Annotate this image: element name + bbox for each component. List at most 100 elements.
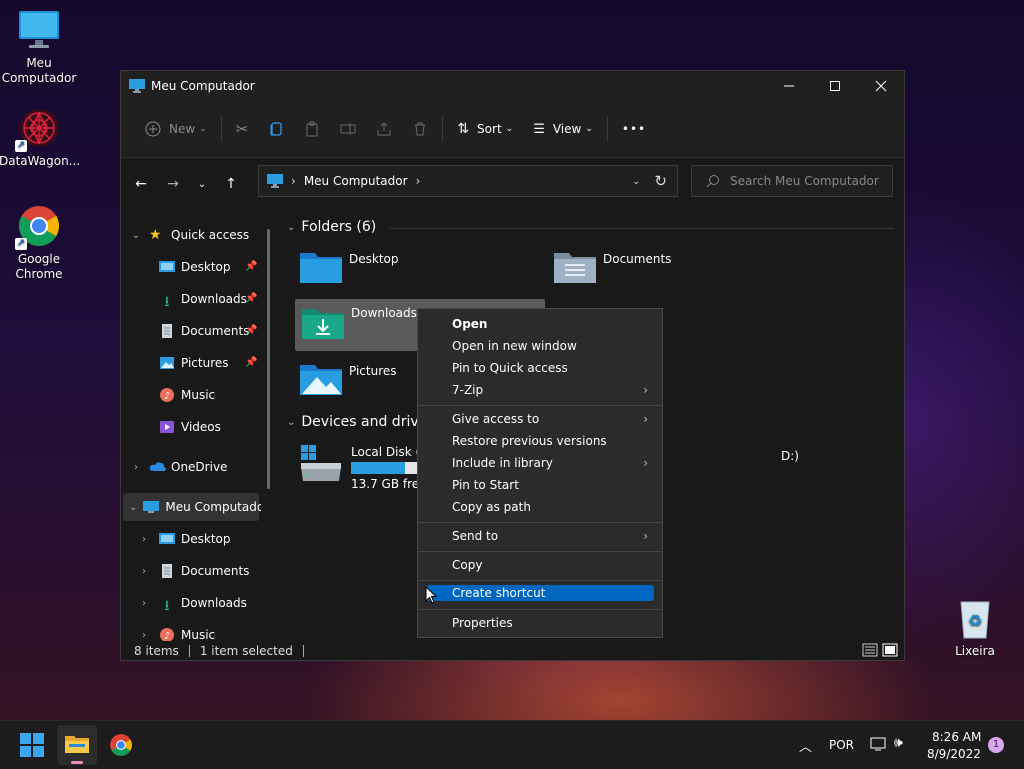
arrow-right-icon: →	[167, 176, 179, 192]
search-box[interactable]: Search Meu Computador	[691, 165, 893, 197]
folder-label: Desktop	[349, 252, 399, 266]
cut-button[interactable]: ✂	[226, 111, 259, 147]
title-bar[interactable]: Meu Computador	[121, 71, 904, 101]
sidebar-item-pc-documents[interactable]: › Documents	[137, 558, 249, 584]
desktop-icon-meu-computador[interactable]: Meu Computador	[0, 8, 79, 86]
recycle-bin-icon: ♻	[953, 596, 997, 640]
desktop-icon-lixeira[interactable]: ♻ Lixeira	[935, 596, 1015, 659]
refresh-icon[interactable]: ↻	[654, 172, 667, 190]
sidebar-scrollbar[interactable]	[267, 229, 270, 489]
language-indicator[interactable]: POR	[829, 738, 854, 752]
menu-item-give-access[interactable]: Give access to ›	[426, 409, 654, 429]
maximize-button[interactable]	[812, 71, 858, 101]
menu-item-copy[interactable]: Copy	[426, 555, 654, 575]
start-button[interactable]	[20, 733, 44, 760]
svg-text:♻: ♻	[968, 611, 982, 630]
folder-documents[interactable]: Documents	[553, 249, 783, 297]
sidebar-item-pc-desktop[interactable]: › Desktop	[137, 526, 231, 552]
menu-item-restore-versions[interactable]: Restore previous versions	[426, 431, 654, 451]
sort-button[interactable]: ⇅ Sort ⌄	[447, 111, 523, 147]
details-view-button[interactable]	[862, 643, 878, 660]
paste-button[interactable]	[294, 111, 330, 147]
rename-button[interactable]	[330, 111, 366, 147]
sidebar-item-label: Music	[181, 388, 216, 402]
sidebar-item-pictures[interactable]: Pictures 📌	[159, 350, 263, 376]
volume-icon[interactable]: 🕪	[894, 735, 903, 751]
menu-separator	[418, 405, 662, 406]
menu-item-open[interactable]: Open	[426, 314, 654, 334]
back-button[interactable]: ←	[125, 168, 157, 200]
sidebar-item-videos[interactable]: Videos	[159, 414, 221, 440]
sidebar-item-pc-music[interactable]: › ♪ Music	[137, 622, 215, 641]
sidebar-item-label: Documents	[181, 564, 250, 578]
address-history-chevron-icon[interactable]: ⌄	[632, 176, 640, 187]
folder-label: Downloads	[351, 306, 417, 320]
drive-usage-bar	[351, 462, 417, 474]
desktop-icon-google-chrome[interactable]: ↗ Google Chrome	[0, 204, 79, 282]
menu-item-label: Properties	[452, 616, 513, 630]
clock-date[interactable]: 8/9/2022	[927, 747, 981, 761]
delete-button[interactable]	[402, 111, 438, 147]
address-bar[interactable]: › Meu Computador › ⌄ ↻	[258, 165, 678, 197]
view-list-icon: ☰	[533, 121, 545, 137]
menu-item-properties[interactable]: Properties	[426, 613, 654, 633]
menu-item-create-shortcut[interactable]: Create shortcut	[426, 585, 654, 601]
download-arrow-icon: ⭳	[164, 294, 170, 310]
menu-item-pin-start[interactable]: Pin to Start	[426, 475, 654, 495]
recent-locations-button[interactable]: ⌄	[189, 168, 215, 200]
sidebar-item-label: Downloads	[181, 292, 247, 306]
menu-item-7zip[interactable]: 7-Zip ›	[426, 380, 654, 400]
folder-desktop[interactable]: Desktop	[299, 249, 529, 297]
sidebar-item-documents[interactable]: Documents 📌	[159, 318, 263, 344]
sidebar-item-this-pc[interactable]: ⌄ Meu Computador	[129, 494, 261, 520]
sidebar-item-music[interactable]: ♪ Music	[159, 382, 215, 408]
menu-item-open-new-window[interactable]: Open in new window	[426, 336, 654, 356]
sidebar-item-onedrive[interactable]: › OneDrive	[129, 454, 227, 480]
chevron-down-icon: ⌄	[287, 221, 296, 233]
menu-item-label: Restore previous versions	[452, 434, 607, 448]
forward-button[interactable]: →	[157, 168, 189, 200]
sidebar-item-quick-access[interactable]: ⌄ ★ Quick access	[129, 222, 249, 248]
pin-icon: 📌	[245, 293, 258, 304]
sidebar-item-label: Downloads	[181, 596, 247, 610]
devices-section-header[interactable]: ⌄ Devices and drives	[287, 414, 435, 430]
menu-item-send-to[interactable]: Send to ›	[426, 526, 654, 546]
chevron-right-icon: ›	[134, 461, 138, 473]
new-button[interactable]: New ⌄	[135, 111, 217, 147]
new-label: New	[169, 122, 196, 136]
network-icon[interactable]	[870, 736, 888, 755]
submenu-chevron-icon: ›	[643, 412, 648, 426]
taskbar-file-explorer[interactable]	[57, 725, 97, 765]
more-options-button[interactable]: •••	[612, 111, 656, 147]
sidebar-item-desktop[interactable]: Desktop 📌	[159, 254, 263, 280]
show-hidden-icons-button[interactable]: ︿	[799, 736, 812, 755]
close-button[interactable]	[858, 71, 904, 101]
sidebar-item-downloads[interactable]: ⭳ Downloads 📌	[159, 286, 263, 312]
minimize-button[interactable]	[766, 71, 812, 101]
context-menu: Open Open in new window Pin to Quick acc…	[417, 308, 663, 638]
up-button[interactable]: ↑	[215, 168, 247, 200]
view-label: View	[552, 122, 582, 136]
file-explorer-icon	[65, 736, 89, 753]
breadcrumb-path[interactable]: Meu Computador	[304, 174, 408, 188]
share-button[interactable]	[366, 111, 402, 147]
sidebar-item-label: Meu Computador	[165, 500, 261, 514]
desktop-icon-datawagon[interactable]: ↗ DataWagon...	[0, 106, 80, 169]
notification-badge[interactable]: 1	[988, 737, 1004, 753]
drive-windows-icon	[299, 443, 343, 483]
tiles-view-button[interactable]	[882, 643, 898, 660]
desktop-icon-label-line1: Google	[17, 252, 61, 266]
taskbar-chrome[interactable]	[109, 733, 133, 760]
copy-button[interactable]	[258, 111, 294, 147]
clock-time[interactable]: 8:26 AM	[932, 730, 981, 744]
documents-folder-icon	[553, 249, 597, 283]
monitor-icon	[17, 8, 61, 52]
menu-item-include-library[interactable]: Include in library ›	[426, 453, 654, 473]
folders-section-header[interactable]: ⌄ Folders (6)	[287, 219, 376, 235]
menu-item-copy-as-path[interactable]: Copy as path	[426, 497, 654, 517]
view-button[interactable]: ☰ View ⌄	[523, 111, 603, 147]
menu-item-pin-quick-access[interactable]: Pin to Quick access	[426, 358, 654, 378]
sidebar-item-pc-downloads[interactable]: › ⭳ Downloads	[137, 590, 247, 616]
menu-item-label: Open	[452, 317, 488, 331]
chevron-down-icon: ⌄	[131, 229, 141, 241]
